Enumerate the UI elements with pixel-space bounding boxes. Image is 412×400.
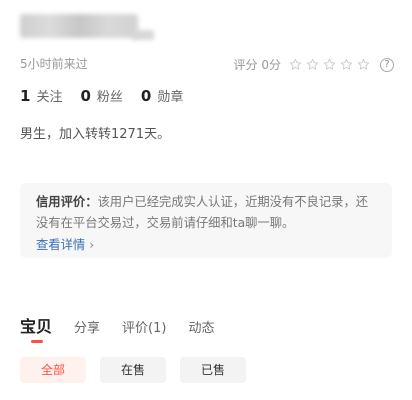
star-icon [289,58,302,71]
stat-badges[interactable]: 0 勋章 [141,86,183,105]
username-blur-fragment [132,30,154,40]
stat-following[interactable]: 1 关注 [20,86,62,105]
chevron-right-icon: › [89,238,95,252]
stat-label: 关注 [36,90,63,105]
view-details-label: 查看详情 [36,238,86,252]
tab-activity[interactable]: 动态 [188,317,214,336]
filter-all[interactable]: 全部 [20,357,86,383]
filter-sold[interactable]: 已售 [180,357,246,383]
rating-label: 评分 0分 [233,58,281,72]
last-seen-text: 5小时前来过 [20,57,88,71]
stat-followers[interactable]: 0 粉丝 [80,86,122,105]
credit-title: 信用评价： [36,195,98,209]
item-filters: 全部 在售 已售 [20,357,246,383]
profile-tabs: 宝贝 分享 评价(1) 动态 [20,313,214,337]
stat-label: 粉丝 [96,90,123,105]
username-blur-block [20,14,138,38]
stat-number: 0 [140,87,152,105]
rating: 评分 0分 ? [234,56,394,73]
star-icon [340,58,353,71]
help-circle-icon[interactable]: ? [380,57,394,72]
profile-bio: 男生，加入转转1271天。 [20,127,171,142]
tab-share[interactable]: 分享 [74,317,100,336]
stat-label: 勋章 [157,90,184,105]
star-icon [323,58,336,71]
active-tab-indicator [31,340,43,343]
tab-reviews[interactable]: 评价(1) [122,317,166,336]
stat-number: 0 [80,87,91,105]
stat-number: 1 [20,87,31,105]
credit-evaluation-text: 信用评价：该用户已经完成实人认证，近期没有不良记录，还没有在平台交易过，交易前请… [36,192,376,234]
profile-stats: 1 关注 0 粉丝 0 勋章 [20,86,183,105]
credit-evaluation-card: 信用评价：该用户已经完成实人认证，近期没有不良记录，还没有在平台交易过，交易前请… [20,183,392,258]
filter-on-sale[interactable]: 在售 [100,357,166,383]
star-icon [306,58,319,71]
tab-items[interactable]: 宝贝 [20,313,52,337]
star-icon [357,58,370,71]
view-details-link[interactable]: 查看详情 › [36,235,94,256]
